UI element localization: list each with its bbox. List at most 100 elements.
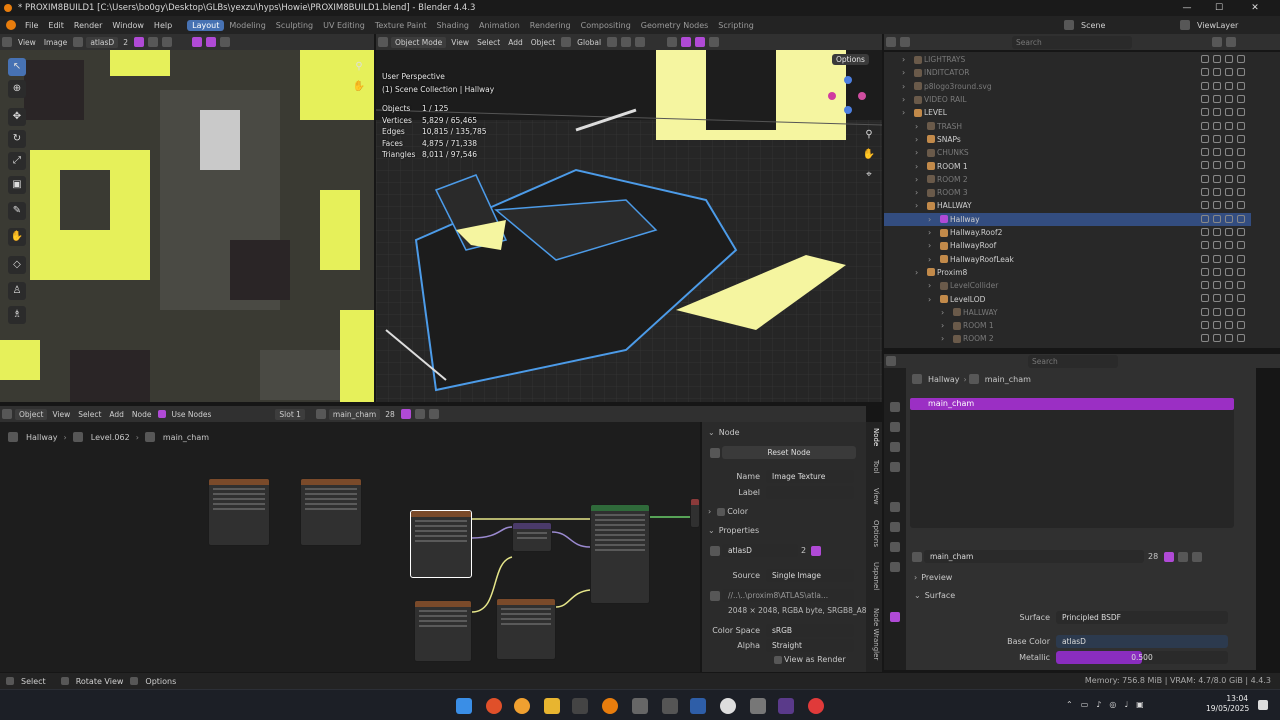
render-icon[interactable] — [1237, 68, 1245, 77]
visibility-toggles[interactable] — [1201, 307, 1245, 316]
expand-arrow-icon[interactable]: › — [941, 321, 951, 330]
unlink-image-icon[interactable] — [162, 37, 172, 47]
render-icon[interactable] — [1237, 241, 1245, 250]
tool-tab-icon[interactable] — [890, 402, 900, 412]
visibility-toggles[interactable] — [1201, 214, 1245, 223]
tab-view[interactable]: View — [868, 488, 880, 505]
filepath-field[interactable]: //..\..\proxim8\ATLAS\atla... — [722, 589, 854, 602]
viewport-object-menu[interactable]: Object — [527, 38, 559, 47]
new-image-icon[interactable] — [148, 37, 158, 47]
outliner-row[interactable]: › HALLWAY — [884, 199, 1251, 212]
visibility-toggles[interactable] — [1201, 227, 1245, 236]
mix-node[interactable] — [512, 522, 552, 552]
node-select-menu[interactable]: Select — [74, 410, 105, 419]
expand-arrow-icon[interactable]: › — [915, 122, 925, 131]
visibility-toggles[interactable] — [1201, 68, 1245, 77]
gizmo-toggle-icon[interactable] — [681, 37, 692, 47]
duplicate-material-icon[interactable] — [1178, 551, 1189, 562]
node-image-field[interactable]: atlasD — [722, 544, 798, 557]
color-space-selector[interactable]: sRGB — [766, 624, 854, 637]
outliner-row[interactable]: › SNAPs — [884, 133, 1251, 146]
eye-icon[interactable] — [1213, 121, 1221, 130]
expand-arrow-icon[interactable]: › — [902, 82, 912, 91]
outliner-row[interactable]: › Proxim8 — [884, 266, 1251, 279]
fake-user-icon[interactable] — [1164, 551, 1175, 562]
select-tool-icon[interactable]: ↖ — [8, 58, 26, 76]
view-layer-selector[interactable]: ViewLayer — [1178, 19, 1278, 31]
visibility-toggles[interactable] — [1201, 134, 1245, 143]
clock[interactable]: 13:04 19/05/2025 — [1206, 694, 1249, 714]
expand-arrow-icon[interactable]: › — [915, 201, 925, 210]
workspace-tab-modeling[interactable]: Modeling — [224, 20, 270, 31]
zoom-view-icon[interactable]: ⚲ — [860, 126, 878, 144]
tab-options[interactable]: Options — [868, 520, 880, 547]
camera-icon[interactable]: ▣ — [1136, 700, 1144, 712]
pivot-icon[interactable] — [607, 37, 618, 47]
material-name-field[interactable]: main_cham — [924, 550, 1144, 563]
visibility-toggles[interactable] — [1201, 267, 1245, 276]
camera-icon[interactable] — [1225, 227, 1233, 236]
exclude-checkbox-icon[interactable] — [1201, 161, 1209, 170]
outliner-row[interactable]: › ROOM 2 — [884, 332, 1251, 345]
workspace-tab-compositing[interactable]: Compositing — [576, 20, 636, 31]
visibility-toggles[interactable] — [1201, 188, 1245, 196]
outliner-row[interactable]: › LevelLOD — [884, 292, 1251, 305]
visibility-toggles[interactable] — [1201, 81, 1245, 90]
rotate-tool-icon[interactable]: ↻ — [8, 130, 26, 148]
workspace-tab-texture-paint[interactable]: Texture Paint — [370, 20, 432, 31]
camera-icon[interactable] — [1225, 148, 1233, 157]
alpha-selector[interactable]: Straight — [766, 639, 854, 652]
fake-user-icon[interactable] — [134, 37, 144, 47]
exclude-checkbox-icon[interactable] — [1201, 254, 1209, 263]
reset-node-button[interactable]: Reset Node — [722, 446, 856, 459]
render-icon[interactable] — [1237, 254, 1245, 263]
surface-shader-field[interactable]: Principled BSDF — [1056, 611, 1228, 624]
node-view-menu[interactable]: View — [48, 410, 74, 419]
output-tab-icon[interactable] — [890, 442, 900, 452]
expand-arrow-icon[interactable]: › — [915, 162, 925, 171]
texture-node[interactable] — [208, 478, 270, 546]
move-tool-icon[interactable]: ✥ — [8, 108, 26, 126]
microphone-icon[interactable]: ♩ — [1124, 700, 1128, 712]
visibility-toggles[interactable] — [1201, 321, 1245, 329]
expand-arrow-icon[interactable]: › — [915, 135, 925, 144]
viewport-add-menu[interactable]: Add — [504, 38, 527, 47]
camera-icon[interactable] — [1225, 321, 1233, 329]
eye-icon[interactable] — [1213, 201, 1221, 210]
output-node[interactable] — [690, 498, 700, 528]
app-icon[interactable] — [690, 698, 706, 714]
expand-arrow-icon[interactable]: › — [915, 188, 925, 197]
exclude-checkbox-icon[interactable] — [1201, 227, 1209, 236]
snap-icon[interactable] — [621, 37, 632, 47]
exclude-checkbox-icon[interactable] — [1201, 241, 1209, 250]
material-browse-icon[interactable] — [315, 409, 326, 419]
image-view-menu[interactable]: View — [14, 38, 40, 47]
tab-uspanel[interactable]: Uspanel — [868, 562, 880, 590]
render-icon[interactable] — [1237, 214, 1245, 223]
expand-arrow-icon[interactable]: › — [902, 68, 912, 77]
navigation-gizmo[interactable] — [828, 76, 868, 116]
image-browse-icon[interactable] — [710, 545, 720, 556]
visibility-toggles[interactable] — [1201, 108, 1245, 117]
image-canvas[interactable]: ↖ ⊕ ✥ ↻ ⤢ ▣ ✎ ✋ ◇ ♙ ♗ ⚲ ✋ — [0, 50, 374, 402]
render-icon[interactable] — [1237, 321, 1245, 329]
visibility-toggles[interactable] — [1201, 201, 1245, 210]
exclude-checkbox-icon[interactable] — [1201, 281, 1209, 290]
camera-icon[interactable] — [1225, 254, 1233, 263]
workspace-tab-geometry-nodes[interactable]: Geometry Nodes — [636, 20, 713, 31]
exclude-checkbox-icon[interactable] — [1201, 174, 1209, 183]
visibility-toggles[interactable] — [1201, 334, 1245, 343]
eye-icon[interactable] — [1213, 267, 1221, 276]
preview-panel-header[interactable]: › Preview — [914, 573, 952, 582]
brave-browser-icon[interactable] — [486, 698, 502, 714]
exclude-checkbox-icon[interactable] — [1201, 121, 1209, 130]
blender-taskbar-icon[interactable] — [602, 698, 618, 714]
exclude-checkbox-icon[interactable] — [1201, 134, 1209, 143]
eye-icon[interactable] — [1213, 214, 1221, 223]
menu-file[interactable]: File — [20, 21, 43, 30]
fake-user-icon[interactable] — [811, 545, 822, 556]
eye-icon[interactable] — [1213, 94, 1221, 103]
render-icon[interactable] — [1237, 188, 1245, 196]
view-as-render-label[interactable]: View as Render — [784, 655, 846, 664]
image-image-menu[interactable]: Image — [40, 38, 72, 47]
